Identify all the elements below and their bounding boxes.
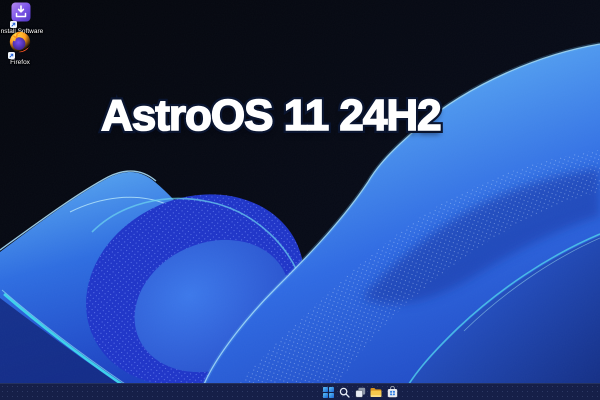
microsoft-store-button[interactable]: [386, 385, 398, 399]
windows-start-icon: [322, 386, 334, 398]
task-view-button[interactable]: [354, 385, 366, 399]
firefox-icon: [8, 31, 31, 59]
start-button[interactable]: [322, 385, 334, 399]
folder-icon: [370, 387, 382, 397]
desktop-icon-label: Firefox: [10, 59, 30, 66]
search-icon: [339, 387, 350, 398]
taskbar-items: [322, 384, 398, 400]
bloom-wallpaper: [0, 0, 600, 400]
shortcut-arrow-icon: [10, 21, 17, 28]
taskbar: [0, 383, 600, 400]
desktop-icon-firefox[interactable]: Firefox: [0, 31, 43, 67]
store-bag-icon: [387, 386, 397, 398]
desktop-screen: AstroOS 11 24H2 AstroOS 11 24H2 Install …: [0, 0, 600, 400]
file-explorer-button[interactable]: [370, 385, 382, 399]
installer-box-icon: [10, 2, 31, 28]
shortcut-arrow-icon: [8, 52, 15, 59]
search-button[interactable]: [338, 385, 350, 399]
task-view-icon: [355, 387, 365, 397]
